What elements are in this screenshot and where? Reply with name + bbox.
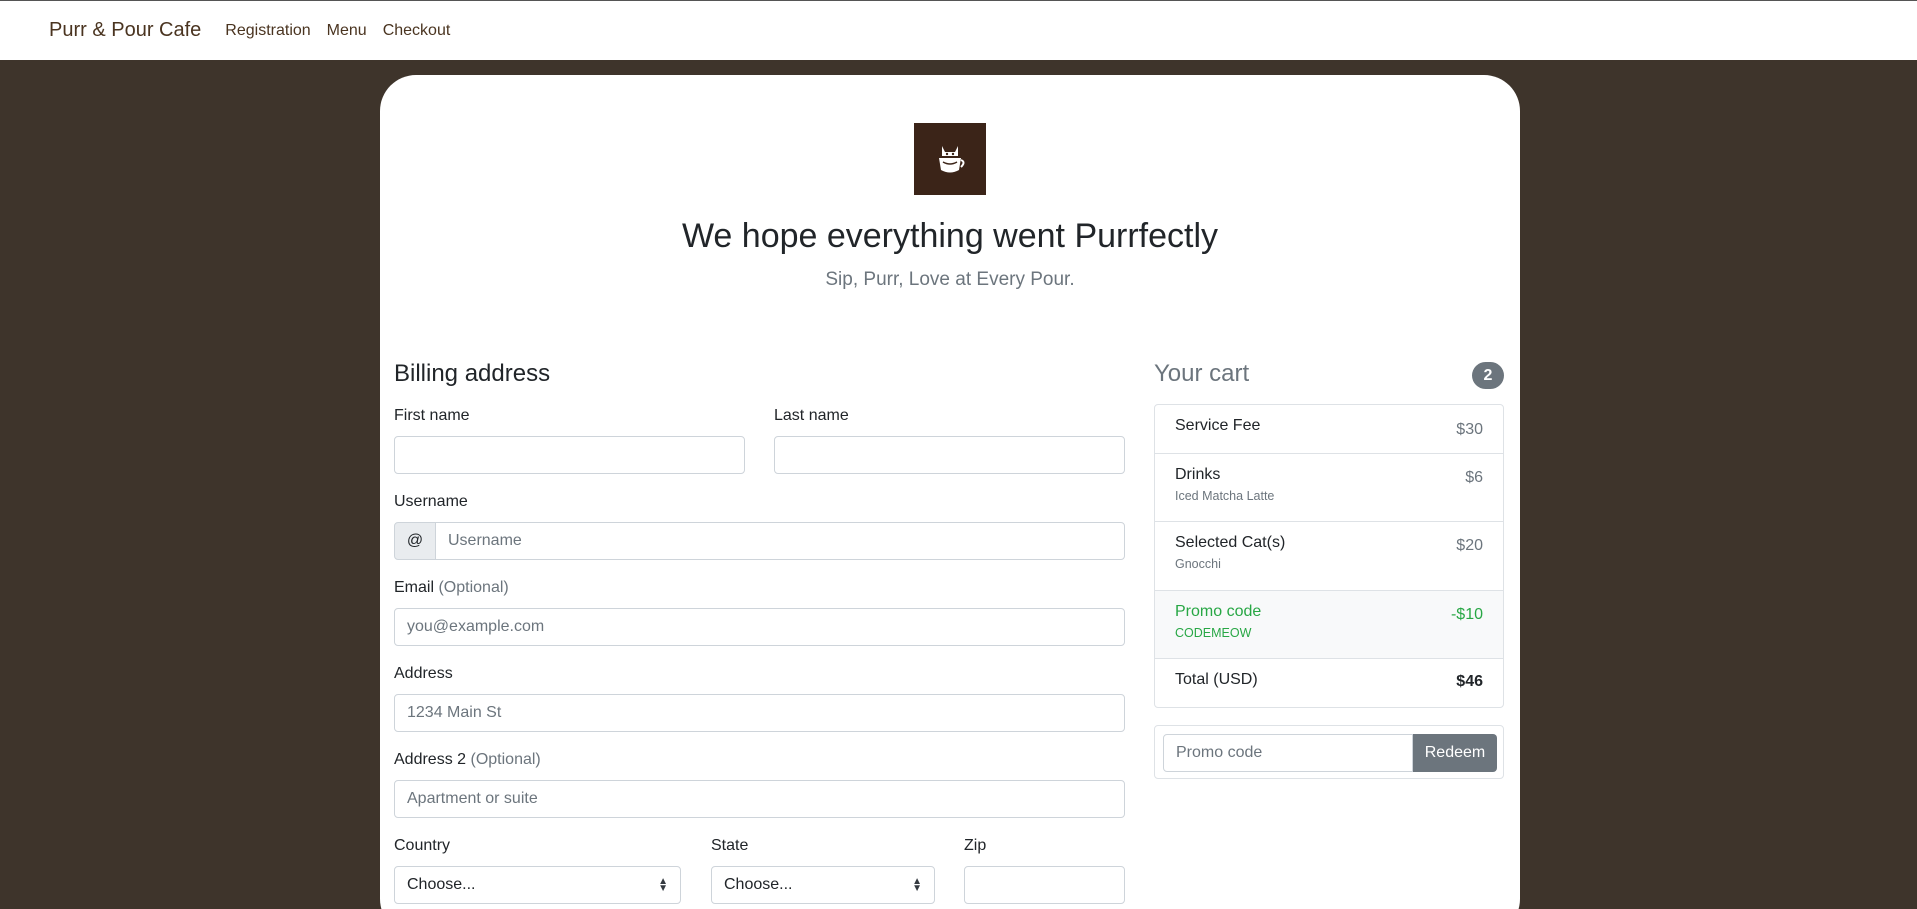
state-label: State: [711, 837, 749, 854]
nav-link-registration[interactable]: Registration: [225, 22, 310, 40]
checkout-card: We hope everything went Purrfectly Sip, …: [380, 75, 1520, 909]
page-title: We hope everything went Purrfectly: [681, 217, 1219, 255]
last-name-field[interactable]: [774, 436, 1125, 474]
promo-code-value: CODEMEOW: [1175, 626, 1252, 640]
zip-field[interactable]: [964, 866, 1125, 904]
select-arrows-icon: ▲ ▼: [658, 876, 668, 894]
list-item: Drinks Iced Matcha Latte $6: [1155, 454, 1503, 522]
page-subtitle: Sip, Purr, Love at Every Pour.: [825, 269, 1075, 290]
cart-item-price: $6: [1465, 469, 1483, 486]
redeem-button[interactable]: Redeem: [1413, 734, 1497, 772]
cart-title: Your cart: [1154, 360, 1250, 387]
zip-label: Zip: [964, 837, 987, 854]
cart-item-detail: Iced Matcha Latte: [1175, 489, 1275, 503]
state-select[interactable]: Choose... ▲ ▼: [711, 866, 935, 904]
cart-total-row: Total (USD) $46: [1155, 659, 1503, 707]
address2-optional-text: (Optional): [470, 751, 541, 768]
nav-link-checkout[interactable]: Checkout: [383, 22, 451, 40]
country-select-value: Choose...: [407, 876, 476, 893]
nav-link-menu[interactable]: Menu: [327, 22, 367, 40]
username-label: Username: [394, 493, 468, 510]
email-field[interactable]: you@example.com: [394, 608, 1125, 646]
email-label: Email (Optional): [394, 579, 509, 597]
first-name-label: First name: [394, 407, 470, 424]
brand-link[interactable]: Purr & Pour Cafe: [49, 19, 201, 42]
promo-code-input[interactable]: Promo code: [1163, 734, 1413, 772]
username-field[interactable]: Username: [435, 522, 1125, 560]
cart-item-price: $30: [1456, 421, 1483, 438]
username-at-addon: @: [394, 522, 436, 560]
list-item: Service Fee $30: [1155, 405, 1503, 454]
email-label-text: Email: [394, 579, 435, 596]
list-item: Selected Cat(s) Gnocchi $20: [1155, 522, 1503, 591]
cart-count-badge: 2: [1472, 362, 1504, 389]
billing-heading: Billing address: [394, 360, 551, 387]
cart-item-detail: Gnocchi: [1175, 557, 1221, 571]
promo-redeem-form: Promo code Redeem: [1154, 725, 1504, 779]
email-optional-text: (Optional): [438, 579, 509, 596]
address-label: Address: [394, 665, 453, 682]
cart-item-name: Service Fee: [1175, 417, 1261, 434]
state-select-value: Choose...: [724, 876, 793, 893]
cart-item-name: Drinks: [1175, 466, 1221, 483]
cart-item-price: $20: [1456, 537, 1483, 554]
promo-discount: -$10: [1450, 606, 1483, 623]
address-field[interactable]: 1234 Main St: [394, 694, 1125, 732]
address2-label-text: Address 2: [394, 751, 467, 768]
cart-list: Service Fee $30 Drinks Iced Matcha Latte…: [1154, 404, 1504, 708]
promo-code-row: Promo code CODEMEOW -$10: [1155, 591, 1503, 659]
promo-code-label: Promo code: [1175, 603, 1262, 620]
select-arrows-icon: ▲ ▼: [912, 876, 922, 894]
cat-coffee-cup-icon: [914, 123, 986, 195]
total-label: Total (USD): [1175, 671, 1258, 688]
address2-label: Address 2 (Optional): [394, 751, 541, 769]
address2-field[interactable]: Apartment or suite: [394, 780, 1125, 818]
country-label: Country: [394, 837, 451, 854]
first-name-field[interactable]: [394, 436, 745, 474]
top-navbar: Purr & Pour Cafe Registration Menu Check…: [0, 0, 1917, 60]
total-value: $46: [1456, 673, 1483, 690]
last-name-label: Last name: [774, 407, 849, 424]
cart-item-name: Selected Cat(s): [1175, 534, 1286, 551]
country-select[interactable]: Choose... ▲ ▼: [394, 866, 681, 904]
